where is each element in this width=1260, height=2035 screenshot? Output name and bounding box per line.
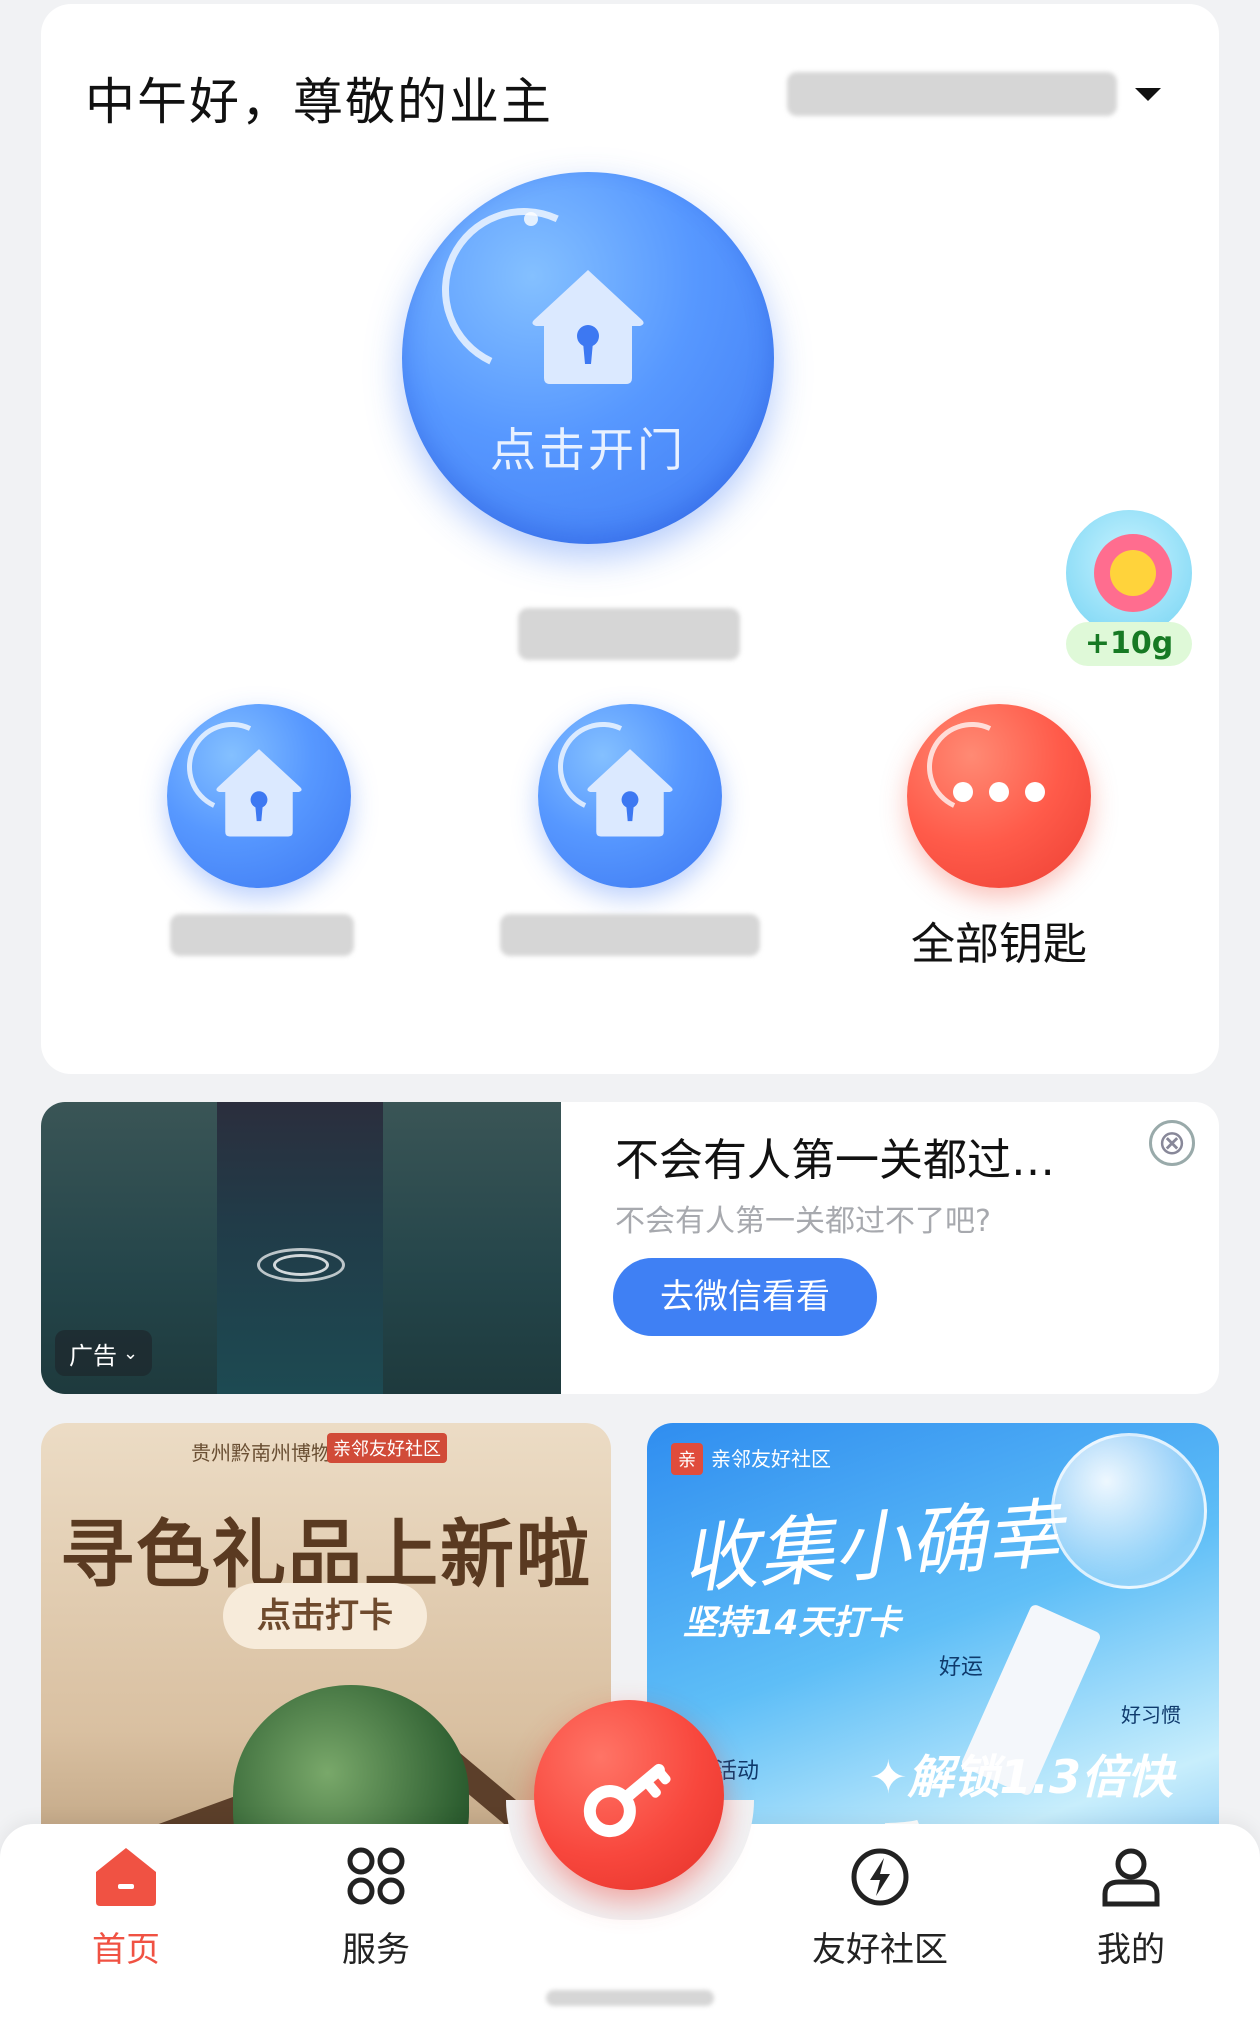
house-lock-icon: [216, 749, 302, 837]
more-dots-icon: [907, 782, 1091, 802]
nav-community[interactable]: 友好社区: [800, 1846, 960, 1971]
reward-amount: +10g: [1066, 622, 1192, 666]
ad-image: 广告 ⌄: [41, 1102, 561, 1394]
all-keys-label: 全部钥匙: [911, 919, 1087, 970]
promo-brand-tag: 亲邻友好社区: [327, 1433, 447, 1463]
home-indicator: [546, 1990, 714, 2006]
wind-chime-image: [1051, 1433, 1207, 1589]
grid-icon: [347, 1847, 405, 1905]
ad-card[interactable]: 广告 ⌄ 不会有人第一关都过… 不会有人第一关都过不了吧? 去微信看看 ⊗: [41, 1102, 1219, 1394]
house-lock-icon: [532, 270, 644, 384]
open-door-button[interactable]: 点击开门: [402, 172, 774, 544]
ad-subtitle: 不会有人第一关都过不了吧?: [615, 1204, 991, 1239]
close-icon[interactable]: ⊗: [1149, 1120, 1195, 1166]
chevron-down-icon: [1135, 87, 1161, 101]
ad-title: 不会有人第一关都过…: [615, 1135, 1055, 1186]
key-icon: [583, 1763, 671, 1838]
promo-streak: 坚持14天打卡: [683, 1603, 901, 1643]
main-door-name-redacted: [518, 608, 740, 660]
nav-services[interactable]: 服务: [296, 1846, 456, 1971]
promo-luck: 好运: [939, 1655, 984, 1680]
all-keys-button[interactable]: [907, 704, 1091, 888]
door-key-2-button[interactable]: [538, 704, 722, 888]
door-key-1-name-redacted: [170, 914, 354, 956]
greeting-text: 中午好，尊敬的业主: [85, 73, 553, 131]
reward-flower-badge[interactable]: +10g: [1062, 506, 1196, 666]
promo-checkin-button[interactable]: 点击打卡: [223, 1583, 427, 1649]
door-key-1-button[interactable]: [167, 704, 351, 888]
user-icon: [1102, 1848, 1160, 1907]
house-lock-icon: [587, 749, 673, 837]
key-fab-button[interactable]: [534, 1700, 724, 1890]
nav-profile[interactable]: 我的: [1051, 1846, 1211, 1971]
promo-brand: 亲邻友好社区: [711, 1447, 831, 1471]
house-name-redacted: [787, 72, 1117, 116]
lightning-icon: [851, 1848, 909, 1906]
promo-script-title: 收集小确幸: [678, 1488, 1065, 1605]
door-key-2-name-redacted: [500, 914, 760, 956]
house-picker[interactable]: [787, 72, 1161, 116]
promo-habit: 好习惯: [1121, 1703, 1181, 1727]
ad-tag[interactable]: 广告 ⌄: [55, 1330, 153, 1376]
home-icon: [96, 1848, 156, 1906]
ad-open-wechat-button[interactable]: 去微信看看: [613, 1258, 877, 1336]
open-door-label: 点击开门: [490, 423, 686, 477]
promo-brand-tag: 亲: [671, 1443, 703, 1475]
nav-home[interactable]: 首页: [46, 1846, 206, 1971]
